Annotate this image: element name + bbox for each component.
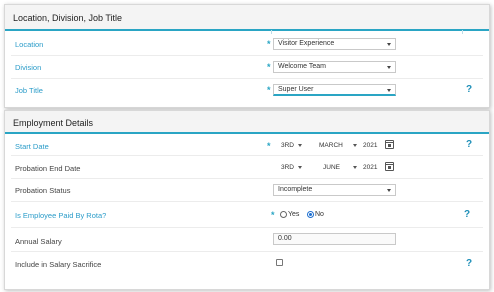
start-date-label: Start Date	[15, 142, 49, 151]
required-marker: *	[267, 39, 271, 49]
required-marker: *	[267, 85, 271, 95]
required-marker: *	[267, 62, 271, 72]
paid-by-rota-yes-radio[interactable]	[280, 211, 287, 218]
probation-status-select[interactable]: Incomplete	[273, 184, 396, 196]
annual-salary-label: Annual Salary	[15, 237, 62, 246]
paid-by-rota-no-radio[interactable]	[307, 211, 314, 218]
probation-month-select[interactable]: JUNE	[323, 164, 340, 171]
probation-status-value: Incomplete	[278, 186, 313, 193]
job-title-select[interactable]: Super User	[273, 84, 396, 96]
division-label: Division	[15, 63, 42, 72]
probation-status-label: Probation Status	[15, 186, 71, 195]
salary-sacrifice-checkbox[interactable]	[276, 259, 283, 266]
start-day-select[interactable]: 3RD	[281, 142, 294, 149]
start-month-select[interactable]: MARCH	[319, 142, 343, 149]
help-icon[interactable]: ?	[464, 209, 470, 220]
calendar-icon[interactable]	[385, 140, 394, 149]
help-icon[interactable]: ?	[466, 139, 472, 150]
division-select-value: Welcome Team	[278, 63, 326, 70]
chevron-down-icon	[387, 43, 391, 46]
job-title-select-value: Super User	[278, 86, 314, 93]
chevron-down-icon	[298, 144, 302, 147]
start-year[interactable]: 2021	[363, 142, 377, 149]
chevron-down-icon	[353, 166, 357, 169]
help-icon[interactable]: ?	[466, 258, 472, 269]
location-label: Location	[15, 40, 44, 49]
location-division-panel: Location, Division, Job Title Location *…	[4, 4, 490, 108]
paid-by-rota-label: Is Employee Paid By Rota?	[15, 211, 107, 220]
required-marker: *	[267, 141, 271, 151]
salary-sacrifice-label: Include in Salary Sacrifice	[15, 260, 102, 269]
division-select[interactable]: Welcome Team	[273, 61, 396, 73]
probation-year[interactable]: 2021	[363, 164, 377, 171]
job-title-label: Job Title	[15, 86, 43, 95]
required-marker: *	[271, 210, 275, 220]
paid-by-rota-yes-label: Yes	[288, 211, 300, 218]
employment-details-panel: Employment Details Start Date * 3RD MARC…	[4, 110, 490, 290]
chevron-down-icon	[387, 66, 391, 69]
calendar-icon[interactable]	[385, 162, 394, 171]
chevron-down-icon	[387, 189, 391, 192]
panel-title: Employment Details	[13, 118, 94, 128]
annual-salary-value: 0.00	[278, 235, 292, 242]
chevron-down-icon	[387, 89, 391, 92]
paid-by-rota-no-label: No	[315, 211, 324, 218]
panel-header: Employment Details	[5, 111, 489, 134]
panel-header: Location, Division, Job Title	[5, 5, 489, 31]
chevron-down-icon	[353, 144, 357, 147]
annual-salary-input[interactable]: 0.00	[273, 233, 396, 245]
location-select-value: Visitor Experience	[278, 40, 335, 47]
help-icon[interactable]: ?	[466, 84, 472, 95]
chevron-down-icon	[298, 166, 302, 169]
panel-title: Location, Division, Job Title	[13, 13, 123, 23]
location-select[interactable]: Visitor Experience	[273, 38, 396, 50]
probation-end-label: Probation End Date	[15, 164, 81, 173]
probation-day-select[interactable]: 3RD	[281, 164, 294, 171]
